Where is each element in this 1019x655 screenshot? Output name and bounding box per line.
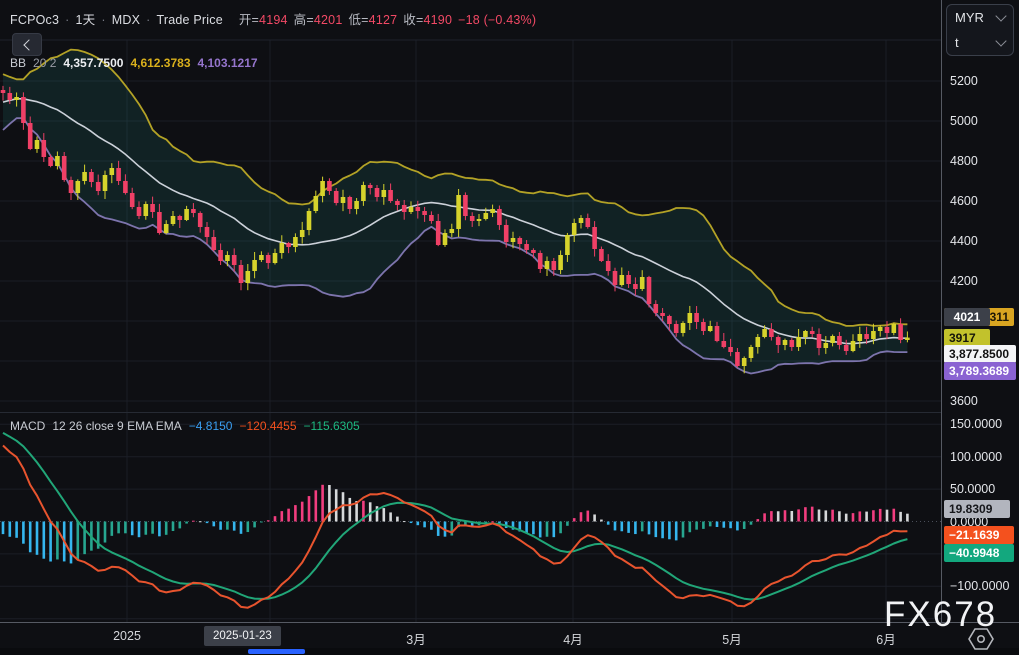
change-value: −18 (−0.43%)	[458, 13, 536, 27]
macd-macd-badge: −21.1639	[944, 526, 1014, 544]
unit-dropdown[interactable]: t	[947, 30, 1013, 55]
last-badge: 3917	[944, 329, 990, 347]
price-tick-label: 5200	[950, 74, 978, 88]
currency-value: MYR	[955, 10, 984, 25]
bb-upper-value: 4,612.3783	[130, 56, 190, 70]
macd-tick-label: 150.0000	[950, 417, 1002, 431]
price-tick-label: 4400	[950, 234, 978, 248]
chart-canvas[interactable]	[0, 0, 1019, 655]
macd-hist-badge: 19.8309	[944, 500, 1010, 518]
macd-sig-badge: −40.9948	[944, 544, 1014, 562]
unit-value: t	[955, 35, 959, 50]
chevron-left-icon	[23, 39, 34, 50]
bollinger-legend[interactable]: BB 20 2 4,357.7500 4,612.3783 4,103.1217	[10, 56, 258, 70]
bb-name: BB	[10, 56, 26, 70]
axis-settings-box: MYR t	[946, 4, 1014, 56]
cross-badge: 4021	[944, 308, 990, 326]
currency-dropdown[interactable]: MYR	[947, 5, 1013, 30]
low-value: 4127	[369, 13, 398, 27]
bbm-badge: 3,877.8500	[944, 345, 1016, 363]
logo-hexagon-icon[interactable]	[966, 627, 996, 651]
close-value: 4190	[423, 13, 452, 27]
symbol-header[interactable]: FCPOc3 · 1天 · MDX · Trade Price 开=4194 高…	[10, 9, 536, 28]
macd-histogram	[2, 485, 909, 564]
high-value: 4201	[314, 13, 343, 27]
close-label: 收=	[403, 9, 423, 28]
bb-basis-value: 4,357.7500	[63, 56, 123, 70]
price-axis[interactable]: MYR t 52005000480046004400420036004,021.…	[941, 0, 1019, 648]
macd-tick-label: 100.0000	[950, 450, 1002, 464]
time-axis-label: 5月	[722, 629, 741, 648]
time-axis-label: 4月	[563, 629, 582, 648]
scroll-thumb[interactable]	[248, 649, 305, 654]
time-axis-label: 2025	[113, 629, 141, 643]
trading-chart-app: FCPOc3 · 1天 · MDX · Trade Price 开=4194 高…	[0, 0, 1019, 655]
interval[interactable]: 1天	[76, 9, 96, 28]
series-type: Trade Price	[157, 13, 223, 27]
price-tick-label: 5000	[950, 114, 978, 128]
price-tick-label: 3600	[950, 394, 978, 408]
price-tick-label: 4600	[950, 194, 978, 208]
price-tick-label: 4800	[950, 154, 978, 168]
bbl-badge: 3,789.3689	[944, 362, 1016, 380]
macd-tick-label: 50.0000	[950, 482, 995, 496]
price-tick-label: 4200	[950, 274, 978, 288]
open-value: 4194	[259, 13, 288, 27]
bottom-scroll-strip[interactable]	[0, 648, 1019, 655]
bb-params: 20 2	[33, 56, 56, 70]
low-label: 低=	[348, 9, 368, 28]
exchange: MDX	[112, 13, 140, 27]
bb-lower-value: 4,103.1217	[198, 56, 258, 70]
chevron-down-icon	[995, 10, 1006, 21]
macd-signal-value: −115.6305	[304, 419, 360, 433]
time-axis[interactable]: 2025-01-23 20252月3月4月5月6月	[0, 622, 1019, 649]
macd-params: 12 26 close 9 EMA EMA	[52, 419, 181, 433]
open-label: 开=	[239, 9, 259, 28]
macd-legend[interactable]: MACD 12 26 close 9 EMA EMA −4.8150 −120.…	[10, 419, 360, 433]
time-axis-label: 3月	[406, 629, 425, 648]
crosshair-date-badge: 2025-01-23	[204, 626, 281, 646]
back-button[interactable]	[12, 33, 42, 56]
symbol-name[interactable]: FCPOc3	[10, 13, 59, 27]
high-label: 高=	[294, 9, 314, 28]
macd-hist-value: −4.8150	[189, 419, 233, 433]
macd-line-value: −120.4455	[239, 419, 296, 433]
macd-name: MACD	[10, 419, 45, 433]
chevron-down-icon	[995, 35, 1006, 46]
macd-tick-label: −100.0000	[950, 579, 1009, 593]
